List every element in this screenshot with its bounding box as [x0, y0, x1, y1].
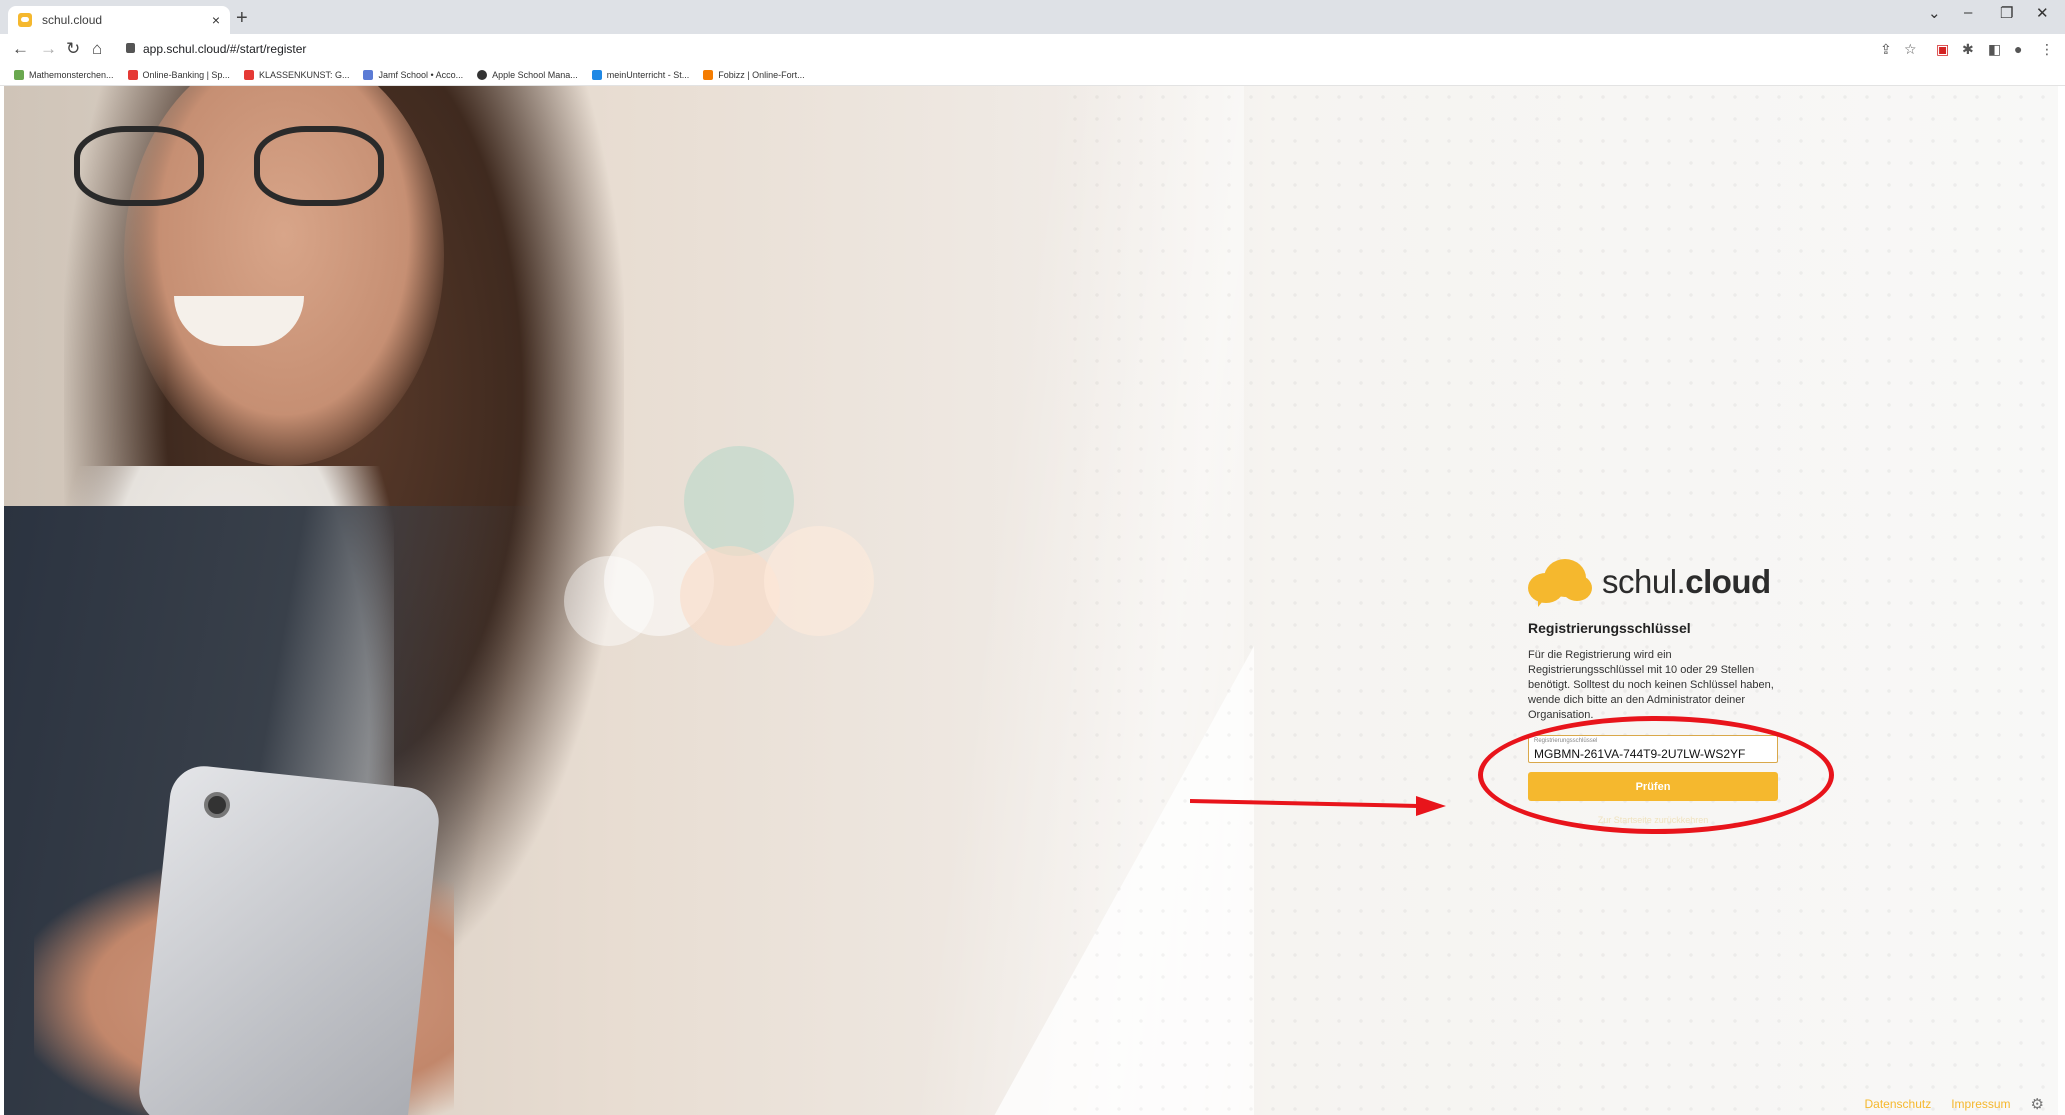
bookmark-label: KLASSENKUNST: G...: [258, 69, 350, 80]
home-icon[interactable]: ⌂: [92, 39, 102, 59]
gear-icon[interactable]: ⚙: [2031, 1095, 2044, 1113]
bookmark-item[interactable]: meinUnterricht - St...: [591, 69, 690, 80]
photo-glasses-right: [254, 126, 384, 206]
bookmark-label: Jamf School • Acco...: [378, 69, 464, 80]
bookmark-label: meinUnterricht - St...: [606, 69, 690, 80]
apple-icon: [477, 69, 488, 80]
bookmark-label: Fobizz | Online-Fort...: [718, 69, 805, 80]
bookmark-favicon-icon: [363, 69, 374, 80]
close-tab-icon[interactable]: ×: [212, 12, 220, 28]
bookmark-item[interactable]: Jamf School • Acco...: [363, 69, 464, 80]
forward-icon[interactable]: →: [40, 39, 57, 59]
privacy-link[interactable]: Datenschutz: [1865, 1097, 1932, 1111]
profile-avatar-icon[interactable]: ●: [2014, 40, 2022, 58]
tab-search-icon[interactable]: ⌄: [1928, 4, 1941, 22]
bookmark-favicon-icon: [703, 69, 714, 80]
bokeh-light: [680, 546, 780, 646]
bookmark-star-icon[interactable]: ☆: [1904, 40, 1917, 58]
share-icon[interactable]: ⇪: [1880, 40, 1892, 58]
bookmark-favicon-icon: [591, 69, 602, 80]
bookmark-label: Apple School Mana...: [492, 69, 578, 80]
register-page: schul.cloud Registrierungsschlüssel Für …: [4, 86, 2058, 1115]
annotation-arrow: [1190, 796, 1446, 816]
bookmark-item[interactable]: Apple School Mana...: [477, 69, 578, 80]
reload-icon[interactable]: ↻: [66, 39, 80, 59]
bookmark-favicon-icon: [243, 69, 254, 80]
bokeh-light: [764, 526, 874, 636]
bokeh-light: [684, 446, 794, 556]
back-icon[interactable]: ←: [12, 39, 29, 59]
bookmark-item[interactable]: Online-Banking | Sp...: [127, 69, 230, 80]
bookmark-item[interactable]: KLASSENKUNST: G...: [243, 69, 350, 80]
bookmark-label: Mathemonsterchen...: [29, 69, 114, 80]
annotation-ellipse: [1478, 716, 1834, 834]
bookmark-item[interactable]: Fobizz | Online-Fort...: [703, 69, 805, 80]
pdf-extension-icon[interactable]: ▣: [1936, 40, 1949, 58]
bookmark-favicon-icon: [127, 69, 138, 80]
page-footer: Datenschutz Impressum ⚙: [1865, 1095, 2045, 1113]
cloud-logo-icon: [1528, 557, 1594, 607]
brand-name-bold: cloud: [1685, 563, 1771, 600]
photo-phone-camera: [204, 792, 230, 818]
browser-tab[interactable]: schul.cloud ×: [8, 6, 230, 34]
menu-kebab-icon[interactable]: ⋮: [2040, 40, 2054, 58]
hero-photo: [4, 86, 1244, 1115]
minimize-icon[interactable]: –: [1964, 4, 1972, 21]
photo-phone: [135, 762, 443, 1115]
imprint-link[interactable]: Impressum: [1951, 1097, 2010, 1111]
restore-icon[interactable]: ❐: [2000, 4, 2013, 22]
brand-name-light: schul.: [1602, 563, 1686, 600]
bookmark-label: Online-Banking | Sp...: [142, 69, 230, 80]
browser-tab-bar: schul.cloud × + ⌄ – ❐ ✕: [0, 0, 2065, 34]
extensions-puzzle-icon[interactable]: ✱: [1962, 40, 1974, 58]
address-bar[interactable]: app.schul.cloud/#/start/register: [143, 42, 306, 56]
schulcloud-logo: schul.cloud: [1528, 554, 1778, 610]
schulcloud-favicon-icon: [18, 13, 32, 27]
bookmark-favicon-icon: [14, 69, 24, 80]
window-close-icon[interactable]: ✕: [2036, 4, 2049, 22]
bokeh-light: [564, 556, 654, 646]
browser-toolbar: ← → ↻ ⌂ app.schul.cloud/#/start/register…: [0, 34, 2065, 64]
side-panel-icon[interactable]: ◧: [1988, 40, 2001, 58]
lock-icon[interactable]: [126, 43, 135, 53]
bookmarks-bar: Mathemonsterchen... Online-Banking | Sp.…: [0, 64, 2065, 86]
new-tab-button[interactable]: +: [236, 6, 248, 30]
registration-description: Für die Registrierung wird ein Registrie…: [1528, 649, 1774, 721]
registration-heading: Registrierungsschlüssel: [1528, 620, 1691, 636]
photo-glasses-left: [74, 126, 204, 206]
tab-title: schul.cloud: [42, 13, 103, 27]
brand-name: schul.cloud: [1602, 563, 1771, 601]
bookmark-item[interactable]: Mathemonsterchen...: [14, 69, 114, 80]
